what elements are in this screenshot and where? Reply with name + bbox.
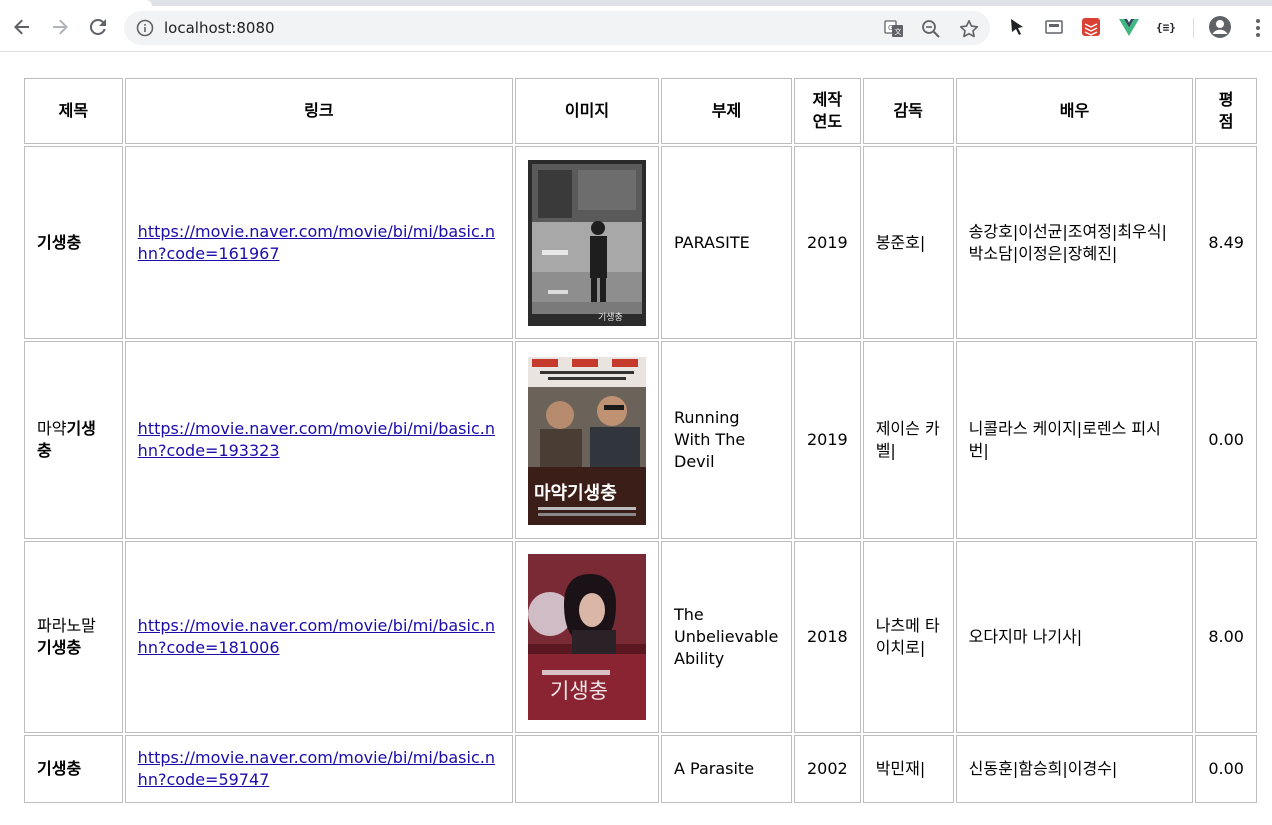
link-cell: https://movie.naver.com/movie/bi/mi/basi… [124,341,513,539]
movie-link[interactable]: https://movie.naver.com/movie/bi/mi/basi… [138,419,495,460]
subtitle-cell: Running With The Devil [661,341,792,539]
arrow-left-icon [14,19,29,35]
score-cell: 0.00 [1195,341,1257,539]
movie-link[interactable]: https://movie.naver.com/movie/bi/mi/basi… [138,222,495,263]
title-prefix: 파라노말 [37,616,96,635]
poster-parasite-image[interactable]: 기생충 [528,159,646,326]
header-title: 제목 [24,78,123,144]
actors-cell: 신동훈|함승희|이경수| [955,735,1194,803]
window-extension-icon[interactable] [1043,16,1065,38]
actors-cell: 니콜라스 케이지|로렌스 피시번| [955,341,1194,539]
json-extension-icon[interactable]: {≡} [1155,16,1177,38]
link-cell: https://movie.naver.com/movie/bi/mi/basi… [124,735,513,803]
poster-ability-title: 기생충 [550,679,608,703]
image-cell: 마약기생충 [515,341,659,539]
title-cell: 마약기생충 [24,341,123,539]
arrow-right-icon [53,19,68,35]
header-subtitle: 부제 [661,78,792,144]
bookmark-star-icon[interactable] [959,19,979,39]
profile-avatar-icon[interactable] [1208,15,1232,39]
image-cell-empty [515,735,659,803]
director-cell: 나츠메 타이치로| [862,541,954,733]
title-keyword: 기생충 [37,638,82,657]
image-cell: 기생충 [515,146,659,339]
director-cell: 봉준호| [862,146,954,339]
poster-parasite-title: 기생충 [598,312,623,323]
subtitle-cell: PARASITE [661,146,792,339]
header-director: 감독 [862,78,954,144]
title-keyword: 기생충 [37,232,82,252]
table-row: 파라노말 기생충 https://movie.naver.com/movie/b… [24,541,1257,733]
reload-icon [89,18,106,35]
year-cell: 2019 [793,341,861,539]
poster-running-with-the-devil-image[interactable]: 마약기생충 [528,355,646,525]
header-link: 링크 [124,78,513,144]
header-actors: 배우 [955,78,1194,144]
poster-devil-title: 마약기생충 [534,482,617,504]
back-button[interactable] [8,13,36,41]
table-row: 기생충 https://movie.naver.com/movie/bi/mi/… [24,146,1257,339]
score-cell: 8.00 [1195,541,1257,733]
link-cell: https://movie.naver.com/movie/bi/mi/basi… [124,541,513,733]
address-bar[interactable]: localhost:8080 G文 [124,11,990,45]
todoist-extension-icon[interactable] [1080,16,1102,38]
vue-devtools-icon[interactable] [1118,16,1140,38]
header-score-line1: 평 [1218,90,1234,109]
actors-cell: 송강호|이선균|조여정|최우식|박소담|이정은|장혜진| [955,146,1194,339]
subtitle-cell: A Parasite [661,735,792,803]
poster-unbelievable-ability-image[interactable]: 기생충 [528,554,646,720]
subtitle-cell: The Unbelievable Ability [661,541,792,733]
browser-toolbar: localhost:8080 G文 {≡} [0,0,1272,52]
score-cell: 8.49 [1195,146,1257,339]
header-score: 평 점 [1195,78,1257,144]
movie-table: 제목 링크 이미지 부제 제작 연도 감독 배우 평 점 기생충 https:/… [22,76,1259,805]
more-vertical-icon[interactable] [1248,17,1268,39]
title-cell: 기생충 [24,146,123,339]
year-cell: 2002 [793,735,861,803]
url-text[interactable]: localhost:8080 [164,19,275,37]
table-row: 마약기생충 https://movie.naver.com/movie/bi/m… [24,341,1257,539]
header-image: 이미지 [515,78,659,144]
year-cell: 2018 [793,541,861,733]
image-cell: 기생충 [515,541,659,733]
svg-text:文: 文 [895,27,902,36]
header-year-line2: 연도 [812,112,843,131]
title-keyword: 기생충 [37,759,82,778]
title-prefix: 마약 [37,419,67,438]
year-cell: 2019 [793,146,861,339]
table-header-row: 제목 링크 이미지 부제 제작 연도 감독 배우 평 점 [24,78,1257,144]
svg-text:{≡}: {≡} [1156,21,1176,34]
score-cell: 0.00 [1195,735,1257,803]
header-score-line2: 점 [1218,112,1234,131]
info-icon[interactable] [136,19,154,37]
director-cell: 박민재| [862,735,954,803]
movie-link[interactable]: https://movie.naver.com/movie/bi/mi/basi… [138,748,495,789]
header-year: 제작 연도 [793,78,861,144]
translate-icon[interactable]: G文 [884,19,904,39]
tab-strip [0,0,1272,6]
reload-button[interactable] [84,13,112,41]
forward-button[interactable] [46,13,74,41]
link-cell: https://movie.naver.com/movie/bi/mi/basi… [124,146,513,339]
header-year-line1: 제작 [812,90,843,109]
table-row: 기생충 https://movie.naver.com/movie/bi/mi/… [24,735,1257,803]
movie-link[interactable]: https://movie.naver.com/movie/bi/mi/basi… [138,616,495,657]
title-cell: 파라노말 기생충 [24,541,123,733]
active-tab[interactable] [0,0,152,6]
actors-cell: 오다지마 나기사| [955,541,1194,733]
title-cell: 기생충 [24,735,123,803]
svg-text:G: G [888,24,893,32]
zoom-out-icon[interactable] [921,19,941,39]
director-cell: 제이슨 카벨| [862,341,954,539]
toolbar-separator [1193,18,1194,38]
cursor-extension-icon[interactable] [1006,16,1028,38]
